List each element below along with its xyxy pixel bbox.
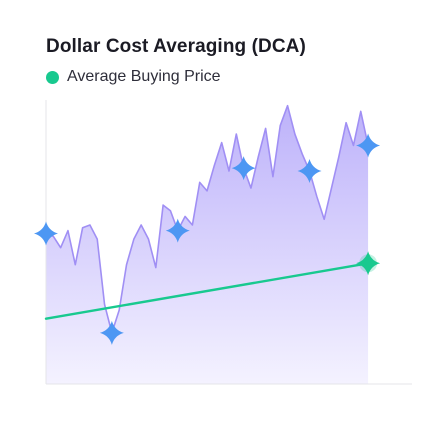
price-area	[46, 105, 369, 385]
dca-chart	[34, 100, 412, 385]
